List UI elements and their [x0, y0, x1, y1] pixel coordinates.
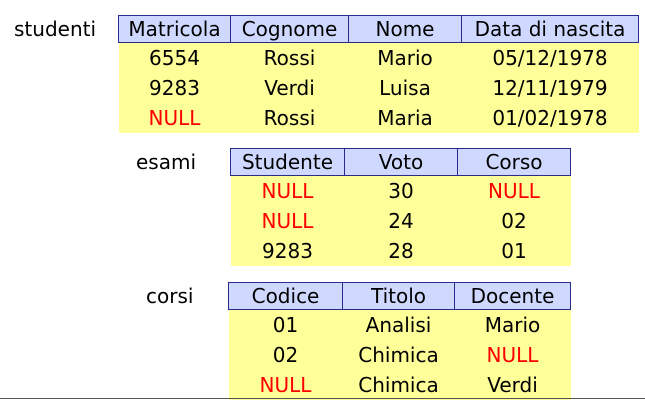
table-header-row: Codice Titolo Docente: [228, 282, 571, 310]
table-cell: Rossi: [230, 103, 349, 133]
table-studenti: Matricola Cognome Nome Data di nascita 6…: [118, 15, 639, 133]
table-cell: 01: [228, 309, 343, 340]
column-header-nome: Nome: [348, 15, 462, 43]
table-cell: Chimica: [342, 340, 455, 370]
table-label-studenti: studenti: [14, 17, 97, 41]
column-header-corso: Corso: [457, 148, 571, 176]
table-cell: Verdi: [230, 73, 349, 103]
table-row: 6554 Rossi Mario 05/12/1978: [118, 42, 639, 73]
table-cell: 02: [228, 340, 343, 370]
table-label-esami: esami: [136, 150, 197, 174]
table-cell: NULL: [457, 175, 571, 206]
table-row: NULL Rossi Maria 01/02/1978: [118, 103, 639, 133]
table-row: NULL 30 NULL: [230, 175, 571, 206]
table-cell: 28: [344, 236, 458, 266]
table-cell: 9283: [118, 73, 231, 103]
bottom-divider: [0, 398, 645, 399]
table-cell: 6554: [118, 42, 231, 73]
table-esami: Studente Voto Corso NULL 30 NULL NULL 24…: [230, 148, 571, 266]
table-cell: 24: [344, 206, 458, 236]
table-row: 01 Analisi Mario: [228, 309, 571, 340]
table-cell: Maria: [348, 103, 462, 133]
table-cell: Analisi: [342, 309, 455, 340]
table-cell: NULL: [230, 206, 345, 236]
column-header-matricola: Matricola: [118, 15, 231, 43]
table-cell: 9283: [230, 236, 345, 266]
table-cell: Verdi: [454, 370, 571, 400]
column-header-data-di-nascita: Data di nascita: [461, 15, 639, 43]
table-row: 9283 28 01: [230, 236, 571, 266]
table-cell: Mario: [454, 309, 571, 340]
table-header-row: Studente Voto Corso: [230, 148, 571, 176]
table-row: 9283 Verdi Luisa 12/11/1979: [118, 73, 639, 103]
column-header-studente: Studente: [230, 148, 345, 176]
table-cell: Mario: [348, 42, 462, 73]
column-header-docente: Docente: [454, 282, 571, 310]
table-cell: 30: [344, 175, 458, 206]
table-corsi: Codice Titolo Docente 01 Analisi Mario 0…: [228, 282, 571, 400]
table-row: NULL Chimica Verdi: [228, 370, 571, 400]
column-header-titolo: Titolo: [342, 282, 455, 310]
column-header-voto: Voto: [344, 148, 458, 176]
table-cell: NULL: [228, 370, 343, 400]
table-cell: NULL: [118, 103, 231, 133]
table-cell: NULL: [454, 340, 571, 370]
table-row: NULL 24 02: [230, 206, 571, 236]
table-cell: Chimica: [342, 370, 455, 400]
table-cell: NULL: [230, 175, 345, 206]
table-cell: 01: [457, 236, 571, 266]
table-cell: 01/02/1978: [461, 103, 639, 133]
table-cell: Rossi: [230, 42, 349, 73]
table-cell: 12/11/1979: [461, 73, 639, 103]
column-header-codice: Codice: [228, 282, 343, 310]
table-cell: Luisa: [348, 73, 462, 103]
table-row: 02 Chimica NULL: [228, 340, 571, 370]
column-header-cognome: Cognome: [230, 15, 349, 43]
table-header-row: Matricola Cognome Nome Data di nascita: [118, 15, 639, 43]
table-label-corsi: corsi: [146, 284, 194, 308]
table-cell: 05/12/1978: [461, 42, 639, 73]
table-cell: 02: [457, 206, 571, 236]
